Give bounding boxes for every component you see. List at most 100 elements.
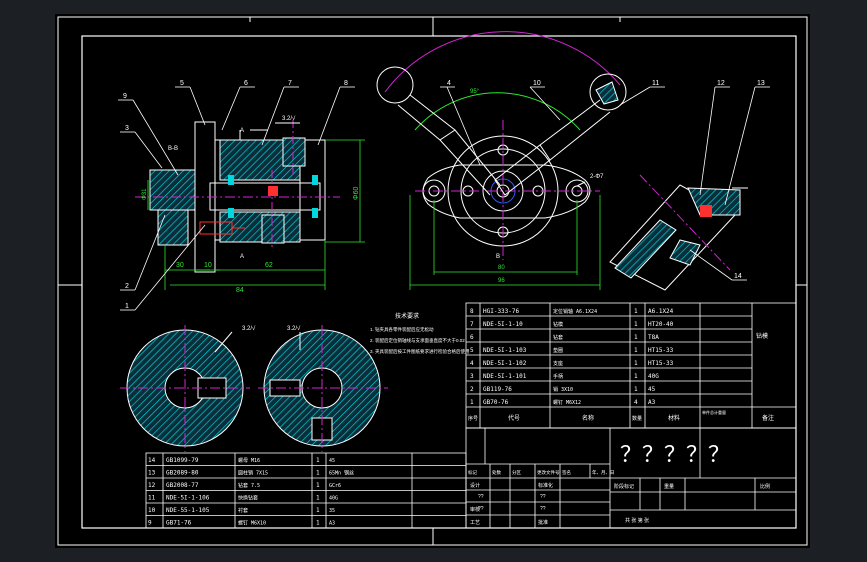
bom-left-no: 11 <box>148 495 156 502</box>
dim-hole: 2-Φ7 <box>590 174 604 180</box>
callout-10: 10 <box>533 80 541 87</box>
dim-phi60: Φ60 <box>353 187 360 200</box>
bom-right-qty: 1 <box>634 347 638 354</box>
bom-right-qty: 1 <box>634 360 638 367</box>
section-mark-b-bottom: B <box>496 254 500 260</box>
bom-right-no: 3 <box>470 373 474 380</box>
bom-right-code: NDE-5I-1-101 <box>483 373 527 380</box>
tb-approve: 批准 <box>538 519 548 526</box>
bom-left-name: 快换钻套 <box>238 495 258 502</box>
bom-left-code: GB2089-80 <box>166 470 199 477</box>
bom-hdr-code: 代号 <box>508 414 520 422</box>
bom-left-name: 螺钉 M6X10 <box>238 520 266 527</box>
bom-left-code: GB1099-79 <box>166 457 199 464</box>
bom-hdr-qty: 数量 <box>632 415 642 422</box>
bom-right-name: 销 3X10 <box>553 386 573 393</box>
bom-left-material: 45 <box>329 458 335 464</box>
bom-right-qty: 1 <box>634 373 638 380</box>
tb-design: 设计 <box>470 482 480 489</box>
roughness-left: 3.2/√ <box>242 325 256 332</box>
tech-note-1: 1. 钻夹具各零件装配后应无松动 <box>370 326 434 333</box>
bom-hdr-material: 材料 <box>668 414 680 422</box>
tb-stage-1: 阶段标记 <box>614 483 634 490</box>
bom-right-qty: 1 <box>634 334 638 341</box>
dim-80: 80 <box>498 265 505 271</box>
bom-hdr-no: 序号 <box>468 415 478 422</box>
bom-right-material: HT15-33 <box>648 347 674 354</box>
tb-std: 标准化 <box>538 482 553 489</box>
bom-right-no: 1 <box>470 399 474 406</box>
callout-3: 3 <box>125 125 129 132</box>
bom-left-material: 35 <box>329 508 335 514</box>
tb-stage-3: 比例 <box>760 483 770 490</box>
section-mark-a-top: A <box>240 128 244 134</box>
tech-note-2: 2. 装配后定位销轴线与支承面垂直度不大于0.02 <box>370 337 465 344</box>
bom-right-material: A6.1X24 <box>648 308 674 315</box>
bom-left-code: NDE-5I-1-106 <box>166 495 210 502</box>
callout-4: 4 <box>447 80 451 87</box>
bom-right-code: NDE-5I-1-102 <box>483 360 527 367</box>
callout-5: 5 <box>180 80 184 87</box>
bom-left-code: GB2008-77 <box>166 482 199 489</box>
dim-10: 10 <box>204 262 212 269</box>
bom-right-qty: 1 <box>634 308 638 315</box>
bom-right-material: HT15-33 <box>648 360 674 367</box>
bom-right-name: 钻模 <box>553 321 563 328</box>
title-block-header: 分区 <box>512 469 521 476</box>
bom-right-name: 手柄 <box>553 373 563 380</box>
tech-note-3: 3. 夹具装配后按工件图纸要求进行检验合格后使用 <box>370 348 470 355</box>
bom-hdr-name: 名称 <box>582 414 594 422</box>
bom-right-qty: 4 <box>634 399 638 406</box>
bom-left-material: A3 <box>329 521 335 527</box>
bom-left-qty: 1 <box>316 470 320 477</box>
tb-ph-3: ?? <box>540 506 546 512</box>
bom-right-name: 螺钉 M6X12 <box>553 399 581 406</box>
title-block-header: 处数 <box>492 469 501 476</box>
tech-notes-title: 技术要求 <box>395 312 419 320</box>
callout-1: 1 <box>125 303 129 310</box>
roughness-main: 3.2/√ <box>282 115 296 122</box>
callout-13: 13 <box>757 80 765 87</box>
callout-14: 14 <box>734 273 742 280</box>
bom-right-qty: 1 <box>634 321 638 328</box>
bom-left-material: 40G <box>329 496 338 502</box>
bom-left-no: 14 <box>148 457 156 464</box>
bom-left-code: GB71-76 <box>166 520 192 527</box>
dim-62: 62 <box>265 262 273 269</box>
bom-left-qty: 1 <box>316 507 320 514</box>
dim-96: 96 <box>498 278 505 284</box>
title-block-header: 年、月、日 <box>592 469 615 476</box>
bom-left-name: 钻套 7.5 <box>238 482 260 489</box>
tb-sheet: 共 张 第 张 <box>625 517 649 524</box>
bom-right-material: 45 <box>648 386 656 393</box>
dim-angle: 95° <box>470 89 480 95</box>
callout-6: 6 <box>244 80 248 87</box>
callout-11: 11 <box>652 80 659 87</box>
drawing-title: ？？？？？ <box>620 442 730 467</box>
bom-left-material: 65Mn 钢丝 <box>329 470 354 477</box>
title-block-header: 签名 <box>562 469 571 476</box>
bom-left-no: 12 <box>148 482 156 489</box>
title-block-header: 标记 <box>468 469 477 476</box>
bom-hdr-note: 备注 <box>762 414 774 422</box>
callout-2: 2 <box>125 283 129 290</box>
bom-left-name: 圆柱销 7X15 <box>238 470 268 477</box>
bom-right-name: 钻套 <box>553 334 563 341</box>
bom-row7-note: 钻模 <box>756 332 768 340</box>
bom-right-no: 6 <box>470 334 474 341</box>
bom-right-material: A3 <box>648 399 656 406</box>
callout-8: 8 <box>344 80 348 87</box>
bom-left-no: 10 <box>148 507 156 514</box>
bom-left-qty: 1 <box>316 482 320 489</box>
bom-left-qty: 1 <box>316 457 320 464</box>
callout-9: 9 <box>123 93 127 100</box>
bom-left-no: 9 <box>148 520 152 527</box>
bom-right-name: 垫圈 <box>553 347 563 354</box>
bom-right-name: 定位销轴 A6.1X24 <box>553 308 597 315</box>
bom-left-name: 螺母 M16 <box>238 457 260 464</box>
cad-viewport[interactable]: 30 10 62 84 Φ60 Φ31 B-B A A 3.2/√ 95° 80… <box>0 0 867 562</box>
bom-right-no: 7 <box>470 321 474 328</box>
section-mark-bb: B-B <box>168 146 178 152</box>
bom-hdr-weight: 单件总计重量 <box>702 409 726 415</box>
dim-30: 30 <box>176 262 184 269</box>
